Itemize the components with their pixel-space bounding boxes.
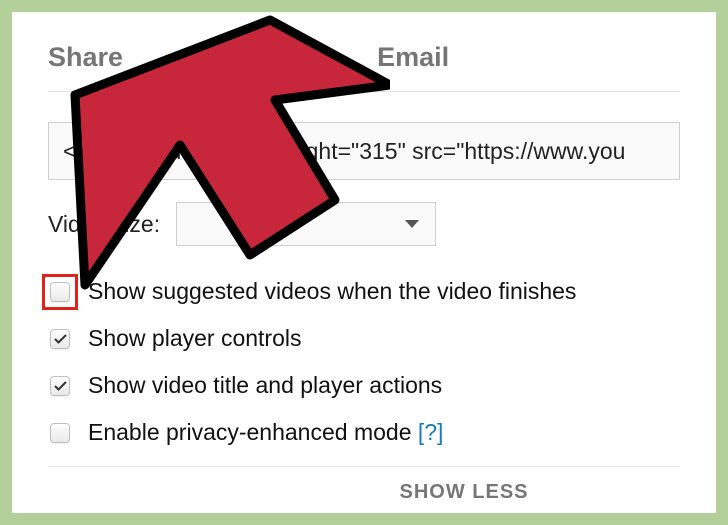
option-video-title-label: Show video title and player actions (88, 372, 442, 399)
check-icon (54, 334, 67, 344)
embed-options: Show suggested videos when the video fin… (48, 278, 680, 446)
option-privacy-enhanced-label: Enable privacy-enhanced mode [?] (88, 419, 443, 446)
option-video-title: Show video title and player actions (48, 372, 680, 399)
check-icon (54, 381, 67, 391)
tab-share[interactable]: Share (48, 42, 123, 73)
tab-email[interactable]: Email (377, 42, 449, 73)
embed-code-input[interactable]: <iframe width="560" height="315" src="ht… (48, 122, 680, 180)
divider: SHOW LESS (48, 466, 680, 504)
checkbox-privacy-enhanced[interactable] (50, 423, 70, 443)
option-player-controls-label: Show player controls (88, 325, 302, 352)
option-privacy-enhanced: Enable privacy-enhanced mode [?] (48, 419, 680, 446)
video-size-row: Video size: (48, 202, 680, 246)
checkbox-player-controls[interactable] (50, 329, 70, 349)
embed-code-text: <iframe width="560" height="315" src="ht… (63, 138, 625, 165)
tab-bar: Share Embed Email (48, 42, 680, 92)
video-size-label: Video size: (48, 211, 160, 238)
checkbox-suggested-videos[interactable] (50, 282, 70, 302)
tab-embed[interactable]: Embed (205, 42, 295, 73)
option-suggested-videos: Show suggested videos when the video fin… (48, 278, 680, 305)
show-less-button[interactable]: SHOW LESS (199, 481, 528, 504)
privacy-help-link[interactable]: [?] (418, 419, 444, 445)
video-size-select[interactable] (176, 202, 436, 246)
share-panel: Share Embed Email <iframe width="560" he… (12, 12, 716, 513)
chevron-down-icon (405, 220, 419, 228)
checkbox-video-title[interactable] (50, 376, 70, 396)
option-suggested-videos-label: Show suggested videos when the video fin… (88, 278, 576, 305)
option-player-controls: Show player controls (48, 325, 680, 352)
